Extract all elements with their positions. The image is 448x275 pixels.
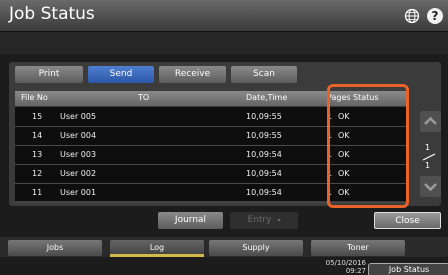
cell-date-time: 10,09:55 bbox=[246, 131, 282, 140]
tab-scan[interactable]: Scan bbox=[231, 66, 297, 83]
col-date-time: Date,Time bbox=[246, 93, 288, 102]
cell-file-no: 14 bbox=[32, 131, 43, 140]
col-file-no: File No bbox=[21, 93, 48, 102]
scroll-up-button[interactable] bbox=[420, 111, 441, 132]
window-title: Job Status bbox=[9, 4, 95, 24]
cell-file-no: 15 bbox=[32, 112, 43, 121]
help-icon[interactable]: ? bbox=[427, 8, 443, 24]
cell-to: User 004 bbox=[60, 131, 97, 140]
status-column-highlight bbox=[327, 84, 409, 208]
tab-receive[interactable]: Receive bbox=[159, 66, 226, 83]
tab-jobs[interactable]: Jobs bbox=[8, 240, 102, 256]
cell-file-no: 11 bbox=[32, 188, 43, 197]
cell-to: User 003 bbox=[60, 150, 97, 159]
entry-corner-icon: ▾ bbox=[277, 217, 281, 224]
cell-to: User 002 bbox=[60, 169, 97, 178]
cell-to: User 005 bbox=[60, 112, 97, 121]
col-to: TO bbox=[138, 93, 150, 102]
chevron-up-icon bbox=[424, 116, 437, 125]
cell-date-time: 10,09:54 bbox=[246, 169, 282, 178]
tab-toner[interactable]: Toner bbox=[311, 240, 405, 256]
message-band bbox=[0, 32, 448, 54]
cell-date-time: 10,09:54 bbox=[246, 150, 282, 159]
active-tab-underline bbox=[110, 254, 204, 257]
cell-file-no: 13 bbox=[32, 150, 43, 159]
cell-date-time: 10,09:54 bbox=[246, 188, 282, 197]
page-total: 1 bbox=[425, 161, 431, 170]
clock: 05/10/2016 09:27 bbox=[318, 259, 366, 275]
cell-to: User 001 bbox=[60, 188, 97, 197]
close-button[interactable]: Close bbox=[374, 212, 441, 229]
cell-file-no: 12 bbox=[32, 169, 43, 178]
tab-print[interactable]: Print bbox=[15, 66, 83, 83]
job-status-button[interactable]: Job Status bbox=[368, 263, 448, 275]
cell-date-time: 10,09:55 bbox=[246, 112, 282, 121]
page-current: 1 bbox=[425, 143, 431, 152]
scroll-down-button[interactable] bbox=[420, 176, 441, 197]
entry-label: Entry bbox=[247, 215, 272, 225]
globe-icon[interactable] bbox=[404, 8, 420, 24]
clock-date: 05/10/2016 bbox=[325, 259, 366, 267]
entry-button[interactable]: Entry ▾ bbox=[230, 212, 298, 229]
tab-supply[interactable]: Supply bbox=[209, 240, 303, 256]
title-bar: Job Status ? bbox=[0, 0, 448, 32]
chevron-down-icon bbox=[424, 183, 437, 192]
journal-button[interactable]: Journal bbox=[158, 212, 223, 229]
tab-send[interactable]: Send bbox=[88, 66, 154, 83]
